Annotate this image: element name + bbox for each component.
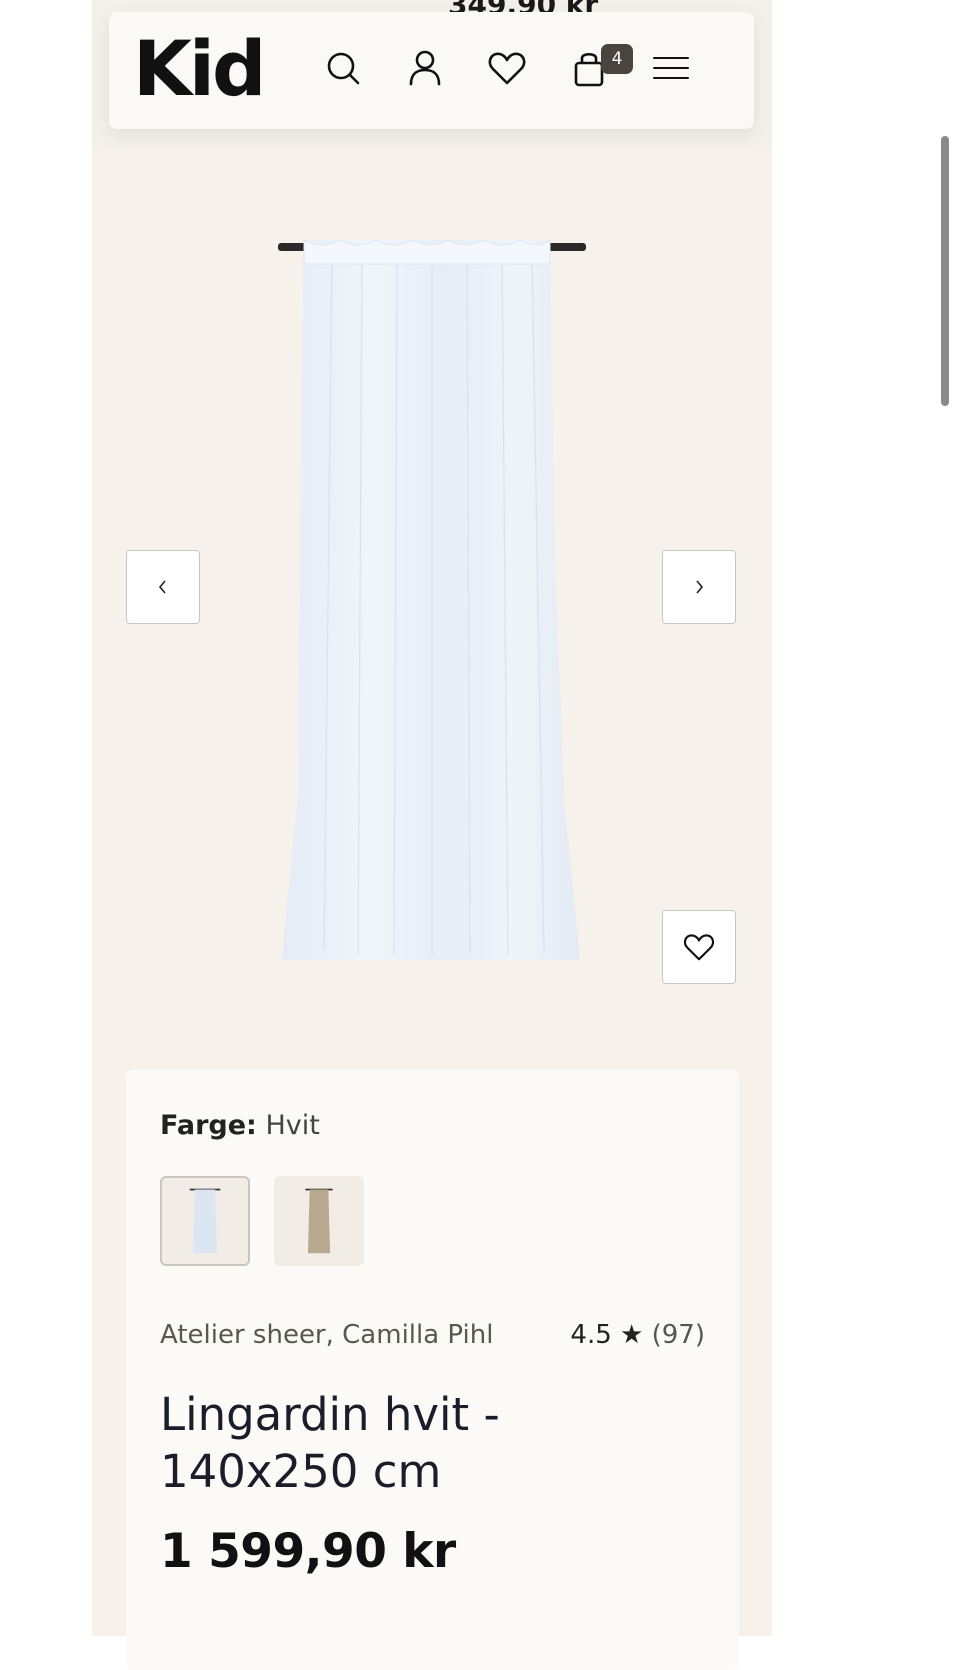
product-info-card: Farge: Hvit Atelier sheer, Camilla Pihl … (126, 1070, 739, 1670)
add-to-wishlist-button[interactable] (662, 910, 736, 984)
kid-logo[interactable]: Kid (133, 26, 266, 112)
product-title: Lingardin hvit - 140x250 cm (160, 1388, 500, 1498)
swatch-image (305, 1188, 333, 1254)
gallery-prev-button[interactable] (126, 550, 200, 624)
rating-value: 4.5 (570, 1320, 612, 1350)
star-icon: ★ (620, 1320, 644, 1350)
product-brand[interactable]: Atelier sheer, Camilla Pihl (160, 1320, 493, 1350)
user-icon[interactable] (403, 46, 447, 90)
chevron-left-icon (158, 580, 166, 594)
color-label: Farge: (160, 1110, 257, 1141)
swatch-image (189, 1188, 221, 1254)
heart-icon[interactable] (485, 46, 529, 90)
color-swatch-beige[interactable] (274, 1176, 364, 1266)
product-rating[interactable]: 4.5 ★ (97) (570, 1320, 705, 1350)
color-value: Hvit (265, 1110, 320, 1141)
page-scrollbar[interactable] (941, 136, 949, 406)
menu-icon[interactable] (649, 46, 693, 90)
rating-count: (97) (651, 1320, 705, 1350)
gallery-next-button[interactable] (662, 550, 736, 624)
cart-count-badge: 4 (601, 44, 633, 74)
chevron-right-icon (696, 580, 704, 594)
site-header: Kid 4 (109, 12, 754, 129)
heart-icon (683, 934, 715, 961)
color-selector-label: Farge: Hvit (160, 1110, 320, 1141)
product-gallery (92, 150, 772, 1080)
product-image[interactable] (262, 230, 602, 960)
color-swatch-hvit[interactable] (160, 1176, 250, 1266)
product-price: 1 599,90 kr (160, 1524, 456, 1579)
cart-icon[interactable]: 4 (567, 44, 633, 90)
search-icon[interactable] (321, 46, 365, 90)
